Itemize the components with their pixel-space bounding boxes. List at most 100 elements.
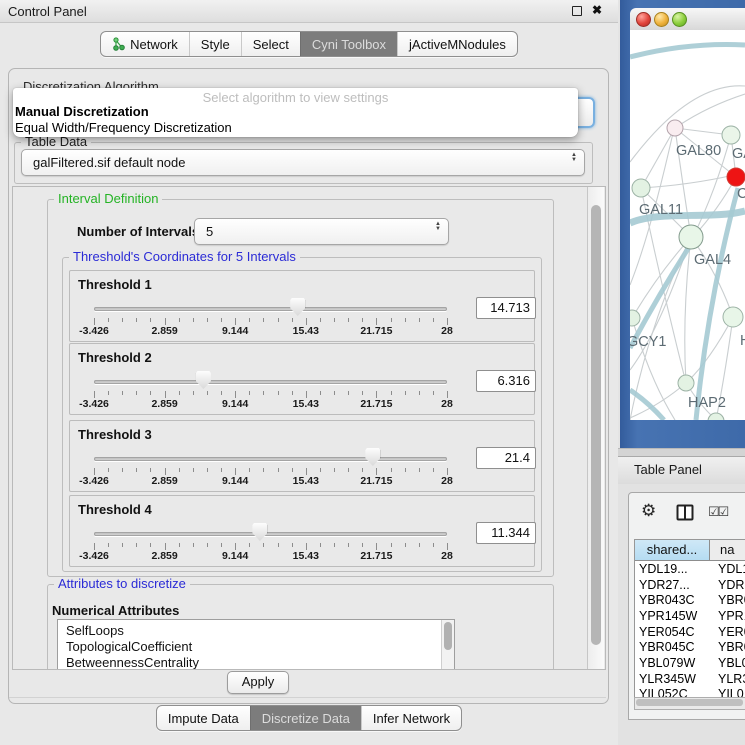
slider-ticks: [94, 391, 448, 399]
tick-label: 9.144: [222, 325, 248, 337]
network-node-gal4[interactable]: [679, 225, 703, 249]
network-graph[interactable]: GAL80GACGAL11GAL4GCY1HHAP2: [630, 30, 745, 420]
tab-label: Style: [201, 37, 230, 52]
table-panel-body: ⚙ ☑☑ shared... na YDL19...YDL1YDR27...YD…: [618, 484, 745, 745]
threshold-value-field[interactable]: 6.316: [476, 370, 536, 392]
algorithm-option-manual[interactable]: Manual Discretization: [15, 104, 149, 119]
network-node-c[interactable]: [727, 168, 745, 186]
attribute-list-item[interactable]: SelfLoops: [58, 623, 454, 639]
attribute-list-item[interactable]: BetweennessCentrality: [58, 655, 454, 670]
float-window-icon[interactable]: [572, 6, 582, 16]
slider-thumb[interactable]: [196, 371, 211, 389]
tick-label: -3.426: [79, 398, 109, 410]
slider-track[interactable]: [94, 307, 447, 311]
network-window-titlebar[interactable]: [630, 8, 745, 31]
close-icon[interactable]: ✖: [592, 3, 602, 17]
panel-title: Control Panel: [8, 4, 87, 19]
network-canvas[interactable]: GAL80GACGAL11GAL4GCY1HHAP2: [630, 30, 745, 420]
thresholds-group-label: Threshold's Coordinates for 5 Intervals: [69, 250, 300, 264]
apply-button[interactable]: Apply: [227, 671, 289, 694]
checkbox-pair-icon[interactable]: ☑☑: [708, 504, 727, 520]
tick-label: 9.144: [222, 550, 248, 562]
cell-name: YPR1: [713, 609, 745, 623]
number-of-intervals-combobox[interactable]: 5 ▲▼: [194, 218, 449, 245]
network-node-gal11[interactable]: [632, 179, 650, 197]
network-node-h[interactable]: [723, 307, 743, 327]
tab-style[interactable]: Style: [189, 32, 241, 56]
slider-ticks: [94, 543, 448, 551]
threshold-box-4: Threshold 4-3.4262.8599.14415.4321.71528…: [69, 495, 535, 567]
slider-ticks: [94, 468, 448, 476]
tick-label: 28: [441, 475, 453, 487]
table-row[interactable]: YLR345WYLR3: [635, 671, 745, 687]
table-row[interactable]: YBR043CYBR0: [635, 592, 745, 608]
minimize-traffic-light-icon[interactable]: [654, 12, 669, 27]
list-scrollbar[interactable]: [441, 620, 454, 670]
tab-infer-network[interactable]: Infer Network: [361, 706, 461, 730]
table-row[interactable]: YBL079WYBL0: [635, 655, 745, 671]
node-label: GAL11: [639, 202, 683, 218]
number-of-intervals-label: Number of Intervals: [77, 224, 199, 239]
node-label: H: [740, 333, 745, 349]
network-node-hap2[interactable]: [678, 375, 694, 391]
algorithm-hint: Select algorithm to view settings: [13, 90, 578, 105]
column-header-name[interactable]: na: [710, 540, 745, 561]
threshold-value-field[interactable]: 21.4: [476, 447, 536, 469]
tick-label: 9.144: [222, 475, 248, 487]
tick-label: 28: [441, 325, 453, 337]
threshold-label: Threshold 3: [78, 427, 152, 442]
tab-network[interactable]: Network: [101, 32, 189, 56]
table-row[interactable]: YDL19...YDL1: [635, 561, 745, 577]
table-row[interactable]: YDR27...YDR2: [635, 577, 745, 593]
cell-shared-name: YBR043C: [635, 593, 713, 607]
threshold-label: Threshold 4: [78, 502, 152, 517]
slider-track[interactable]: [94, 380, 447, 384]
cell-name: YBR0: [713, 640, 745, 654]
cell-shared-name: YBR045C: [635, 640, 713, 654]
split-columns-icon[interactable]: [676, 504, 694, 526]
slider-track[interactable]: [94, 532, 447, 536]
tab-impute-data[interactable]: Impute Data: [157, 706, 250, 730]
tick-label: 21.715: [360, 475, 392, 487]
network-window: GAL80GACGAL11GAL4GCY1HHAP2: [620, 0, 745, 448]
numerical-attributes-label: Numerical Attributes: [52, 603, 179, 618]
network-node-gal80[interactable]: [667, 120, 683, 136]
slider-ticks: [94, 318, 448, 326]
table-hscrollbar[interactable]: [634, 697, 745, 710]
tab-select[interactable]: Select: [241, 32, 300, 56]
algorithm-option-equal-width[interactable]: Equal Width/Frequency Discretization: [15, 120, 232, 135]
table-row[interactable]: YPR145WYPR1: [635, 608, 745, 624]
table-panel-box: ⚙ ☑☑ shared... na YDL19...YDL1YDR27...YD…: [628, 492, 745, 720]
tab-jactivemnodules[interactable]: jActiveMNodules: [397, 32, 517, 56]
table-row[interactable]: YBR045CYBR0: [635, 639, 745, 655]
numerical-attributes-list[interactable]: SelfLoopsTopologicalCoefficientBetweenne…: [57, 619, 455, 670]
tab-discretize-data[interactable]: Discretize Data: [250, 706, 361, 730]
attributes-group-label: Attributes to discretize: [54, 577, 190, 591]
cell-shared-name: YPR145W: [635, 609, 713, 623]
slider-thumb[interactable]: [290, 298, 305, 316]
threshold-value-field[interactable]: 11.344: [476, 522, 536, 544]
threshold-value-field[interactable]: 14.713: [476, 297, 536, 319]
table-row[interactable]: YER054CYER0: [635, 624, 745, 640]
tab-label: jActiveMNodules: [409, 37, 506, 52]
slider-thumb[interactable]: [365, 448, 380, 466]
tab-label: Discretize Data: [262, 711, 350, 726]
tick-label: 9.144: [222, 398, 248, 410]
network-node-gcy1[interactable]: [630, 310, 640, 326]
zoom-traffic-light-icon[interactable]: [672, 12, 687, 27]
attribute-list-item[interactable]: TopologicalCoefficient: [58, 639, 454, 655]
close-traffic-light-icon[interactable]: [636, 12, 651, 27]
right-side-area: GAL80GACGAL11GAL4GCY1HHAP2 Table Panel ⚙…: [618, 0, 745, 745]
tab-cyni-toolbox[interactable]: Cyni Toolbox: [300, 32, 397, 56]
column-header-shared-name[interactable]: shared...: [635, 540, 710, 561]
slider-thumb[interactable]: [252, 523, 267, 541]
gear-icon[interactable]: ⚙: [641, 501, 656, 521]
node-table[interactable]: shared... na YDL19...YDL1YDR27...YDR2YBR…: [634, 539, 745, 699]
network-node-ga[interactable]: [722, 126, 740, 144]
slider-track[interactable]: [94, 457, 447, 461]
panel-scrollbar[interactable]: [587, 187, 604, 669]
tick-label: 21.715: [360, 325, 392, 337]
table-data-combobox[interactable]: galFiltered.sif default node ▲▼: [21, 149, 585, 176]
tab-label: Select: [253, 37, 289, 52]
tick-label: 21.715: [360, 550, 392, 562]
